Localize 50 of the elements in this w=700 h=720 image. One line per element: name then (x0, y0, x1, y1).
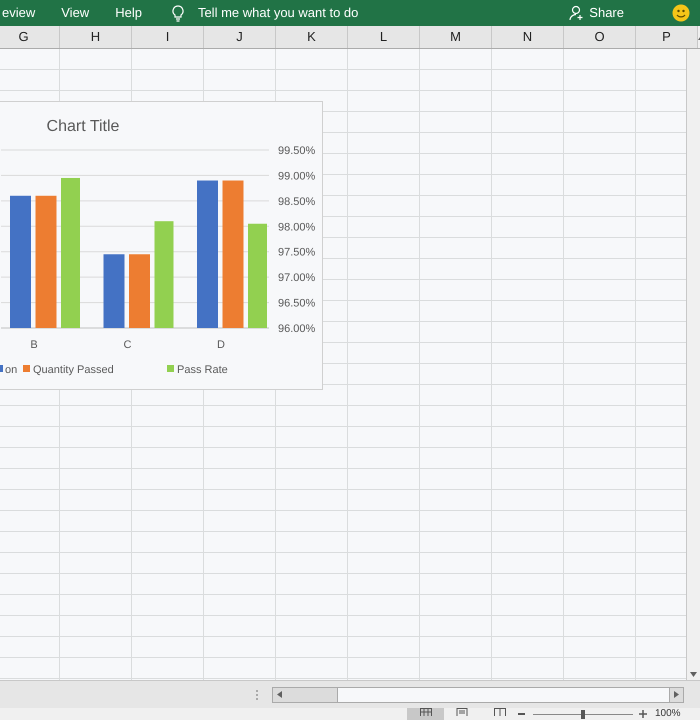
ribbon-tab[interactable]: Help (115, 3, 142, 23)
legend-label: Quantity Passed (33, 364, 114, 376)
column-header[interactable]: H (60, 26, 132, 48)
column-header[interactable]: O (564, 26, 636, 48)
category-label: B (30, 339, 38, 351)
normal-view-button[interactable] (407, 708, 444, 720)
axis-tick-label: 99.50% (278, 145, 316, 157)
column-header[interactable]: J (204, 26, 276, 48)
scrollbar-thumb[interactable] (337, 688, 670, 702)
legend-marker (167, 365, 174, 372)
legend-marker (0, 365, 3, 372)
axis-tick-label: 96.00% (278, 323, 316, 335)
page-break-icon[interactable] (494, 708, 506, 716)
column-header[interactable]: I (132, 26, 204, 48)
axis-tick-label: 98.50% (278, 196, 316, 208)
right-arrow-icon (674, 691, 679, 698)
plus-icon[interactable] (639, 710, 647, 718)
legend-marker (23, 365, 30, 372)
lightbulb-icon (172, 4, 184, 22)
horizontal-scrollbar[interactable] (272, 686, 684, 702)
chart-title: Chart Title (46, 118, 120, 135)
ribbon-tab[interactable]: eview (2, 3, 36, 23)
tell-me-search[interactable]: Tell me what you want to do (198, 3, 358, 23)
axis-tick-label: 99.00% (278, 170, 316, 182)
column-header[interactable]: M (420, 26, 492, 48)
axis-tick-label: 96.50% (278, 298, 316, 310)
page-layout-icon[interactable] (456, 708, 468, 716)
chart-area[interactable]: Chart Title 96.00% 96.50% 97.00% 97.50% 98.00% 98.50% 99.00% 99.50% B C D on Quantity Passed Pass Rate (0, 101, 323, 390)
axis-tick-label: 97.00% (278, 272, 316, 284)
zoom-level[interactable]: 100% (655, 708, 681, 720)
vertical-scrollbar[interactable] (686, 49, 700, 680)
zoom-slider-thumb[interactable] (581, 710, 585, 718)
left-arrow-icon (277, 691, 282, 698)
smiley-icon[interactable] (672, 4, 690, 22)
axis-tick-label: 97.50% (278, 246, 316, 259)
share-button[interactable]: Share (569, 3, 624, 23)
axis-tick-label: 98.00% (278, 221, 316, 234)
column-header[interactable]: G (0, 26, 60, 48)
splitter-handle[interactable] (256, 690, 258, 700)
ribbon-tab[interactable]: View (61, 3, 90, 23)
column-header[interactable]: K (276, 26, 348, 48)
column-header[interactable]: N (492, 26, 564, 48)
down-arrow-icon (690, 672, 697, 677)
column-header[interactable]: L (348, 26, 420, 48)
category-label: D (217, 339, 225, 351)
category-label: C (124, 339, 132, 351)
grid-icon (420, 708, 432, 716)
legend-label: on (5, 364, 18, 376)
legend-label: Pass Rate (177, 364, 228, 376)
person-add-icon (569, 5, 586, 21)
